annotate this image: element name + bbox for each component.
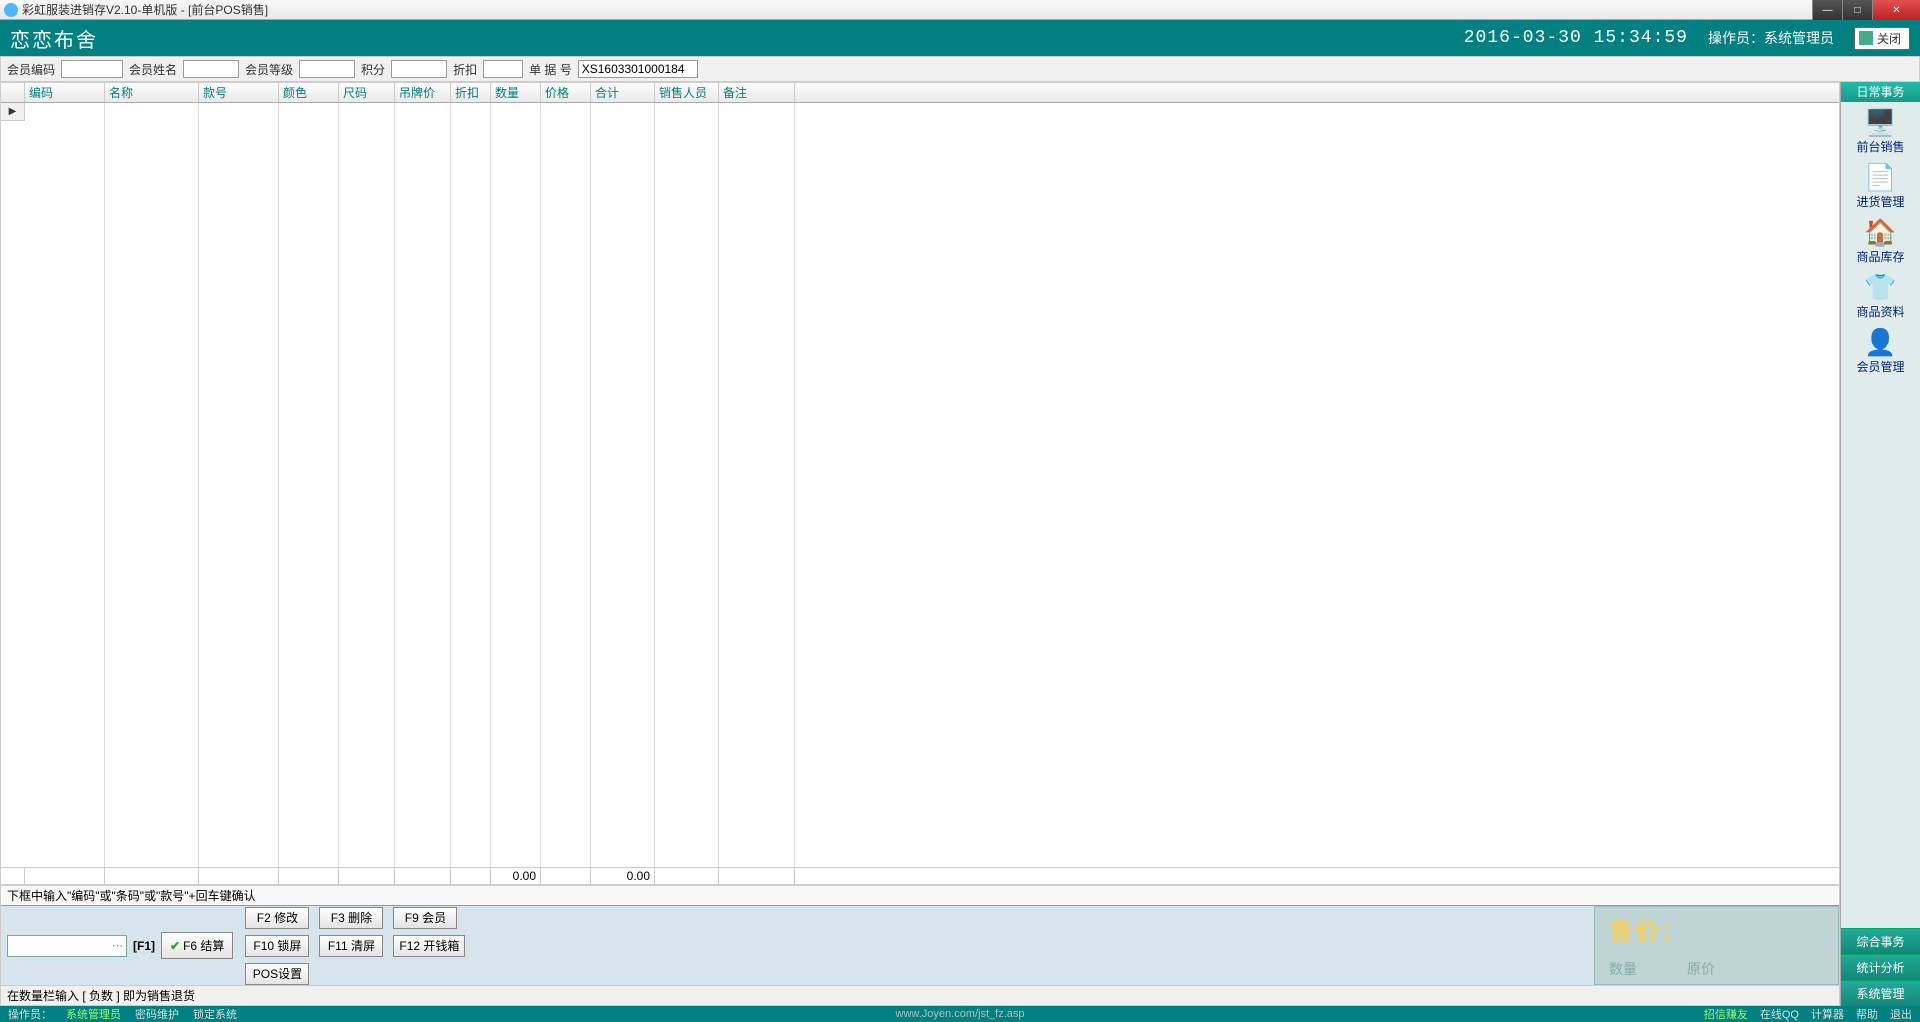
window-title: 彩虹服装进销存V2.10-单机版 - [前台POS销售] bbox=[22, 1, 268, 18]
app-header: 恋恋布舍 2016-03-30 15:34:59 操作员：系统管理员 关闭 bbox=[0, 20, 1920, 56]
status-lock[interactable]: 锁定系统 bbox=[193, 1006, 237, 1022]
person-icon: 👤 bbox=[1863, 326, 1899, 358]
lookup-icon[interactable]: ⋯ bbox=[112, 939, 123, 952]
order-no-label: 单 据 号 bbox=[529, 61, 572, 78]
discount-input[interactable] bbox=[483, 60, 523, 78]
f11-clear-button[interactable]: F11 清屏 bbox=[319, 935, 383, 957]
row-selector-header bbox=[1, 83, 25, 102]
close-label: 关闭 bbox=[1877, 30, 1901, 47]
col-code[interactable]: 编码 bbox=[25, 83, 105, 102]
col-tagprice[interactable]: 吊牌价 bbox=[395, 83, 451, 102]
store-name: 恋恋布舍 bbox=[10, 24, 98, 53]
main-area: 编码 名称 款号 颜色 尺码 吊牌价 折扣 数量 价格 合计 销售人员 备注 ▶ bbox=[0, 82, 1920, 1006]
col-discount[interactable]: 折扣 bbox=[451, 83, 491, 102]
current-row-indicator: ▶ bbox=[1, 103, 25, 121]
app-icon bbox=[4, 3, 18, 17]
sidebar-item-purchase[interactable]: 📄进货管理 bbox=[1845, 159, 1917, 212]
col-name[interactable]: 名称 bbox=[105, 83, 199, 102]
f2-edit-button[interactable]: F2 修改 bbox=[245, 907, 309, 929]
totals-row: 0.00 0.00 bbox=[1, 867, 1839, 885]
points-label: 积分 bbox=[361, 61, 385, 78]
col-total[interactable]: 合计 bbox=[591, 83, 655, 102]
document-icon: 📄 bbox=[1863, 161, 1899, 193]
sidebar-tab-general[interactable]: 综合事务 bbox=[1841, 928, 1920, 954]
points-input[interactable] bbox=[391, 60, 447, 78]
filter-bar: 会员编码 会员姓名 会员等级 积分 折扣 单 据 号 bbox=[0, 56, 1920, 82]
maximize-button[interactable]: □ bbox=[1842, 0, 1872, 20]
input-hint: 下框中输入"编码"或"条码"或"款号"+回车键确认 bbox=[1, 885, 1839, 905]
price-display: 售价： 数量 原价 bbox=[1594, 906, 1839, 985]
sidebar-item-product[interactable]: 👕商品资料 bbox=[1845, 269, 1917, 322]
tshirt-icon: 👕 bbox=[1863, 271, 1899, 303]
member-code-input[interactable] bbox=[61, 60, 123, 78]
sidebar-items: 🖥️前台销售 📄进货管理 🏠商品库存 👕商品资料 👤会员管理 bbox=[1841, 102, 1920, 928]
close-button[interactable]: 关闭 bbox=[1854, 27, 1910, 50]
monitor-icon: 🖥️ bbox=[1863, 106, 1899, 138]
sidebar-tab-system[interactable]: 系统管理 bbox=[1841, 980, 1920, 1006]
total-qty: 0.00 bbox=[491, 868, 541, 884]
qty-label: 数量 bbox=[1609, 959, 1637, 979]
content-area: 编码 名称 款号 颜色 尺码 吊牌价 折扣 数量 价格 合计 销售人员 备注 ▶ bbox=[0, 82, 1840, 1006]
grid-header: 编码 名称 款号 颜色 尺码 吊牌价 折扣 数量 价格 合计 销售人员 备注 bbox=[1, 83, 1839, 103]
window-titlebar: 彩虹服装进销存V2.10-单机版 - [前台POS销售] — □ ✕ bbox=[0, 0, 1920, 20]
col-price[interactable]: 价格 bbox=[541, 83, 591, 102]
f6-checkout-button[interactable]: ✔F6 结算 bbox=[161, 932, 233, 959]
member-name-label: 会员姓名 bbox=[129, 61, 177, 78]
window-controls: — □ ✕ bbox=[1812, 0, 1920, 20]
f9-member-button[interactable]: F9 会员 bbox=[393, 907, 457, 929]
operator-label: 操作员：系统管理员 bbox=[1708, 28, 1834, 48]
orig-price-label: 原价 bbox=[1687, 959, 1715, 979]
col-style[interactable]: 款号 bbox=[199, 83, 279, 102]
window-close-button[interactable]: ✕ bbox=[1872, 0, 1920, 20]
member-code-label: 会员编码 bbox=[7, 61, 55, 78]
price-label: 售价： bbox=[1609, 912, 1824, 947]
minimize-button[interactable]: — bbox=[1812, 0, 1842, 20]
grid-body[interactable]: ▶ bbox=[1, 103, 1839, 867]
pos-settings-button[interactable]: POS设置 bbox=[245, 963, 309, 985]
status-url[interactable]: www.Joyen.com/jst_fz.asp bbox=[896, 1008, 1025, 1020]
house-icon: 🏠 bbox=[1863, 216, 1899, 248]
door-icon bbox=[1859, 31, 1873, 45]
member-level-input[interactable] bbox=[299, 60, 355, 78]
status-link-3[interactable]: 帮助 bbox=[1856, 1006, 1878, 1022]
f1-label: [F1] bbox=[133, 939, 155, 953]
f12-drawer-button[interactable]: F12 开钱箱 bbox=[393, 935, 465, 957]
col-size[interactable]: 尺码 bbox=[339, 83, 395, 102]
right-sidebar: 日常事务 🖥️前台销售 📄进货管理 🏠商品库存 👕商品资料 👤会员管理 综合事务… bbox=[1840, 82, 1920, 1006]
sidebar-item-inventory[interactable]: 🏠商品库存 bbox=[1845, 214, 1917, 267]
code-input[interactable]: ⋯ bbox=[7, 935, 127, 957]
col-color[interactable]: 颜色 bbox=[279, 83, 339, 102]
sidebar-item-member[interactable]: 👤会员管理 bbox=[1845, 324, 1917, 377]
datetime: 2016-03-30 15:34:59 bbox=[1464, 28, 1688, 48]
check-icon: ✔ bbox=[170, 939, 180, 953]
status-link-0[interactable]: 招信赚友 bbox=[1704, 1006, 1748, 1022]
member-level-label: 会员等级 bbox=[245, 61, 293, 78]
f10-lock-button[interactable]: F10 锁屏 bbox=[245, 935, 309, 957]
f3-delete-button[interactable]: F3 删除 bbox=[319, 907, 383, 929]
negative-qty-hint: 在数量栏输入 [ 负数 ] 即为销售退货 bbox=[1, 985, 1839, 1005]
total-amount: 0.00 bbox=[591, 868, 655, 884]
status-op-value[interactable]: 系统管理员 bbox=[66, 1006, 121, 1022]
member-name-input[interactable] bbox=[183, 60, 239, 78]
function-key-panel: ⋯ [F1] ✔F6 结算 F2 修改 F3 删除 F9 会员 F10 锁屏 F… bbox=[1, 905, 1839, 985]
status-op-label: 操作员： bbox=[8, 1006, 52, 1022]
col-remark[interactable]: 备注 bbox=[719, 83, 795, 102]
order-no-input[interactable] bbox=[578, 60, 698, 78]
sales-grid: 编码 名称 款号 颜色 尺码 吊牌价 折扣 数量 价格 合计 销售人员 备注 ▶ bbox=[1, 83, 1839, 885]
status-bar: 操作员： 系统管理员 密码维护 锁定系统 www.Joyen.com/jst_f… bbox=[0, 1006, 1920, 1021]
sidebar-item-pos[interactable]: 🖥️前台销售 bbox=[1845, 104, 1917, 157]
status-link-4[interactable]: 退出 bbox=[1890, 1006, 1912, 1022]
status-link-1[interactable]: 在线QQ bbox=[1760, 1006, 1799, 1022]
status-pwd[interactable]: 密码维护 bbox=[135, 1006, 179, 1022]
sidebar-tab-stats[interactable]: 统计分析 bbox=[1841, 954, 1920, 980]
col-salesperson[interactable]: 销售人员 bbox=[655, 83, 719, 102]
sidebar-tab-daily[interactable]: 日常事务 bbox=[1841, 82, 1920, 102]
discount-label: 折扣 bbox=[453, 61, 477, 78]
col-qty[interactable]: 数量 bbox=[491, 83, 541, 102]
status-link-2[interactable]: 计算器 bbox=[1811, 1006, 1844, 1022]
